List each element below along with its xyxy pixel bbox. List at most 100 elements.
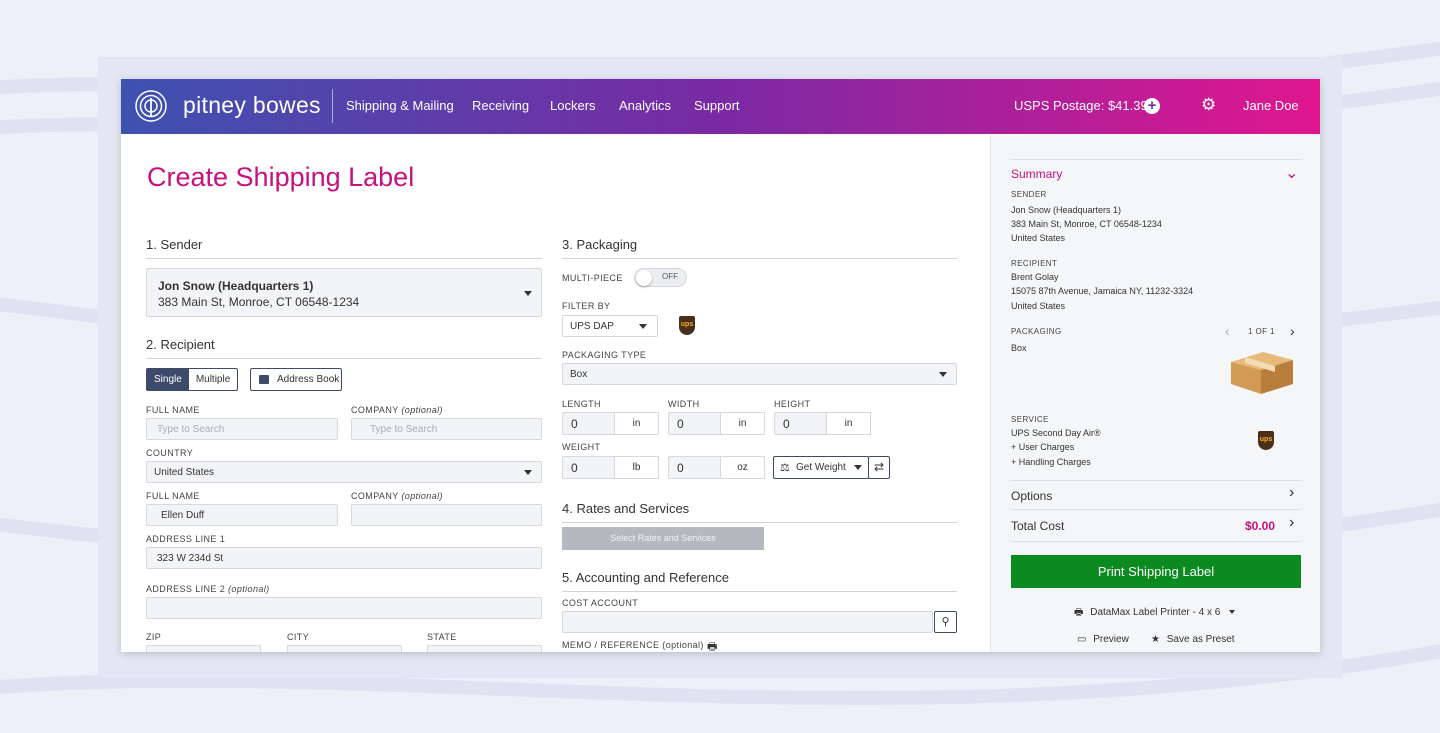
country-label: COUNTRY: [146, 448, 194, 458]
weight-label: WEIGHT: [562, 442, 601, 452]
recipient-mode-toggle: Single Multiple: [146, 368, 239, 391]
address-line-2-input[interactable]: [146, 597, 542, 619]
company-input[interactable]: [351, 504, 542, 526]
address-book-icon: [259, 375, 269, 384]
refresh-weight-icon[interactable]: ⇄: [868, 456, 890, 479]
nav-lockers[interactable]: Lockers: [550, 98, 596, 113]
summary-sender-line: Jon Snow (Headquarters 1): [1011, 205, 1122, 215]
summary-sender-line: United States: [1011, 233, 1066, 243]
summary-service-line: + Handling Charges: [1011, 457, 1091, 467]
summary-packaging-value: Box: [1011, 343, 1027, 353]
star-icon: ★: [1151, 634, 1160, 645]
width-input[interactable]: 0: [668, 412, 721, 435]
divider: [1011, 509, 1301, 510]
multi-piece-toggle[interactable]: OFF: [634, 268, 687, 287]
company-label-2: COMPANY (optional): [351, 491, 443, 501]
gear-icon[interactable]: ⚙: [1201, 96, 1216, 114]
cost-account-input[interactable]: [562, 611, 933, 633]
ups-logo-icon: ups: [679, 316, 695, 335]
state-label: STATE: [427, 632, 457, 642]
chevron-down-icon: [524, 290, 532, 296]
packaging-type-select[interactable]: Box: [562, 363, 957, 385]
monitor-icon: ▭: [1077, 634, 1087, 645]
divider: [1011, 480, 1301, 481]
single-button[interactable]: Single: [147, 369, 189, 390]
postage-balance: USPS Postage: $41.39: [1014, 98, 1148, 113]
width-unit: in: [720, 412, 765, 435]
city-input[interactable]: [287, 645, 402, 652]
width-label: WIDTH: [668, 399, 700, 409]
sender-select[interactable]: Jon Snow (Headquarters 1) 383 Main St, M…: [146, 268, 542, 317]
packaging-heading: 3. Packaging: [562, 237, 957, 259]
weight-oz-input[interactable]: 0: [668, 456, 721, 479]
sender-name: Jon Snow (Headquarters 1): [158, 279, 314, 293]
summary-recipient-line: 15075 87th Avenue, Jamaica NY, 11232-332…: [1011, 286, 1194, 296]
preview-button[interactable]: ▭ Preview: [1077, 634, 1129, 645]
multi-piece-label: MULTI-PIECE: [562, 273, 623, 283]
accounting-heading: 5. Accounting and Reference: [562, 570, 957, 592]
nav-shipping-mailing[interactable]: Shipping & Mailing: [346, 98, 454, 113]
add-postage-icon[interactable]: +: [1144, 98, 1160, 114]
packaging-type-label: PACKAGING TYPE: [562, 350, 647, 360]
brand-name[interactable]: pitney bowes: [183, 92, 321, 119]
full-name-search-input[interactable]: Type to Search: [146, 418, 338, 440]
height-input[interactable]: 0: [774, 412, 827, 435]
summary-service-line: + User Charges: [1011, 442, 1075, 452]
full-name-label: FULL NAME: [146, 405, 200, 415]
top-nav: pitney bowes Shipping & Mailing Receivin…: [121, 79, 1320, 134]
zip-input[interactable]: [146, 645, 261, 652]
length-input[interactable]: 0: [562, 412, 615, 435]
nav-analytics[interactable]: Analytics: [619, 98, 671, 113]
chevron-left-icon[interactable]: ‹: [1225, 323, 1230, 339]
packaging-pager: 1 OF 1: [1248, 327, 1275, 336]
country-select[interactable]: United States: [146, 461, 542, 483]
state-input[interactable]: [427, 645, 542, 652]
select-rates-button[interactable]: Select Rates and Services: [562, 527, 764, 550]
box-image: [1231, 352, 1293, 394]
chevron-down-icon[interactable]: ⌄: [1285, 163, 1298, 183]
options-row[interactable]: Options: [1011, 489, 1052, 503]
summary-service-label: SERVICE: [1011, 415, 1049, 424]
recipient-heading: 2. Recipient: [146, 337, 542, 359]
address-line-1-input[interactable]: 323 W 234d St: [146, 547, 542, 569]
get-weight-button[interactable]: ⚖ Get Weight: [773, 456, 869, 479]
chevron-right-icon[interactable]: ›: [1289, 484, 1294, 502]
app-window: pitney bowes Shipping & Mailing Receivin…: [121, 79, 1320, 652]
memo-label: MEMO / REFERENCE (optional): [562, 640, 704, 650]
nav-divider: [332, 89, 333, 123]
print-shipping-label-button[interactable]: Print Shipping Label: [1011, 555, 1301, 588]
full-name-input[interactable]: Ellen Duff: [146, 504, 338, 526]
printer-select[interactable]: 🖶 DataMax Label Printer - 4 x 6: [1074, 605, 1236, 622]
address-line-2-label: ADDRESS LINE 2 (optional): [146, 584, 270, 594]
sender-heading: 1. Sender: [146, 237, 542, 259]
company-label: COMPANY (optional): [351, 405, 443, 415]
nav-support[interactable]: Support: [694, 98, 740, 113]
page-title: Create Shipping Label: [147, 162, 415, 192]
sender-address: 383 Main St, Monroe, CT 06548-1234: [158, 295, 360, 309]
save-as-preset-button[interactable]: ★ Save as Preset: [1151, 634, 1235, 645]
user-menu[interactable]: Jane Doe: [1243, 98, 1299, 113]
pitney-bowes-logo-icon: [135, 90, 167, 122]
chevron-down-icon: [854, 465, 862, 470]
chevron-down-icon: [1229, 610, 1236, 615]
summary-panel: Summary ⌄ SENDER Jon Snow (Headquarters …: [990, 134, 1320, 652]
chevron-right-icon[interactable]: ›: [1290, 323, 1295, 339]
zip-label: ZIP: [146, 632, 162, 642]
summary-recipient-line: Brent Golay: [1011, 272, 1059, 282]
nav-receiving[interactable]: Receiving: [472, 98, 529, 113]
filter-select[interactable]: UPS DAP: [562, 315, 658, 337]
company-search-input[interactable]: Type to Search: [351, 418, 542, 440]
height-label: HEIGHT: [774, 399, 811, 409]
summary-title[interactable]: Summary: [1011, 167, 1062, 181]
weight-lb-input[interactable]: 0: [562, 456, 615, 479]
printer-icon[interactable]: 🖶: [707, 638, 717, 652]
summary-packaging-label: PACKAGING: [1011, 327, 1062, 336]
chevron-right-icon[interactable]: ›: [1289, 514, 1294, 532]
address-book-button[interactable]: Address Book: [250, 368, 342, 391]
address-book-label: Address Book: [277, 374, 340, 385]
filter-by-label: FILTER BY: [562, 301, 611, 311]
summary-recipient-label: RECIPIENT: [1011, 259, 1058, 268]
summary-recipient-line: United States: [1011, 301, 1066, 311]
multiple-button[interactable]: Multiple: [189, 369, 237, 390]
search-icon[interactable]: ⚲: [934, 611, 957, 633]
